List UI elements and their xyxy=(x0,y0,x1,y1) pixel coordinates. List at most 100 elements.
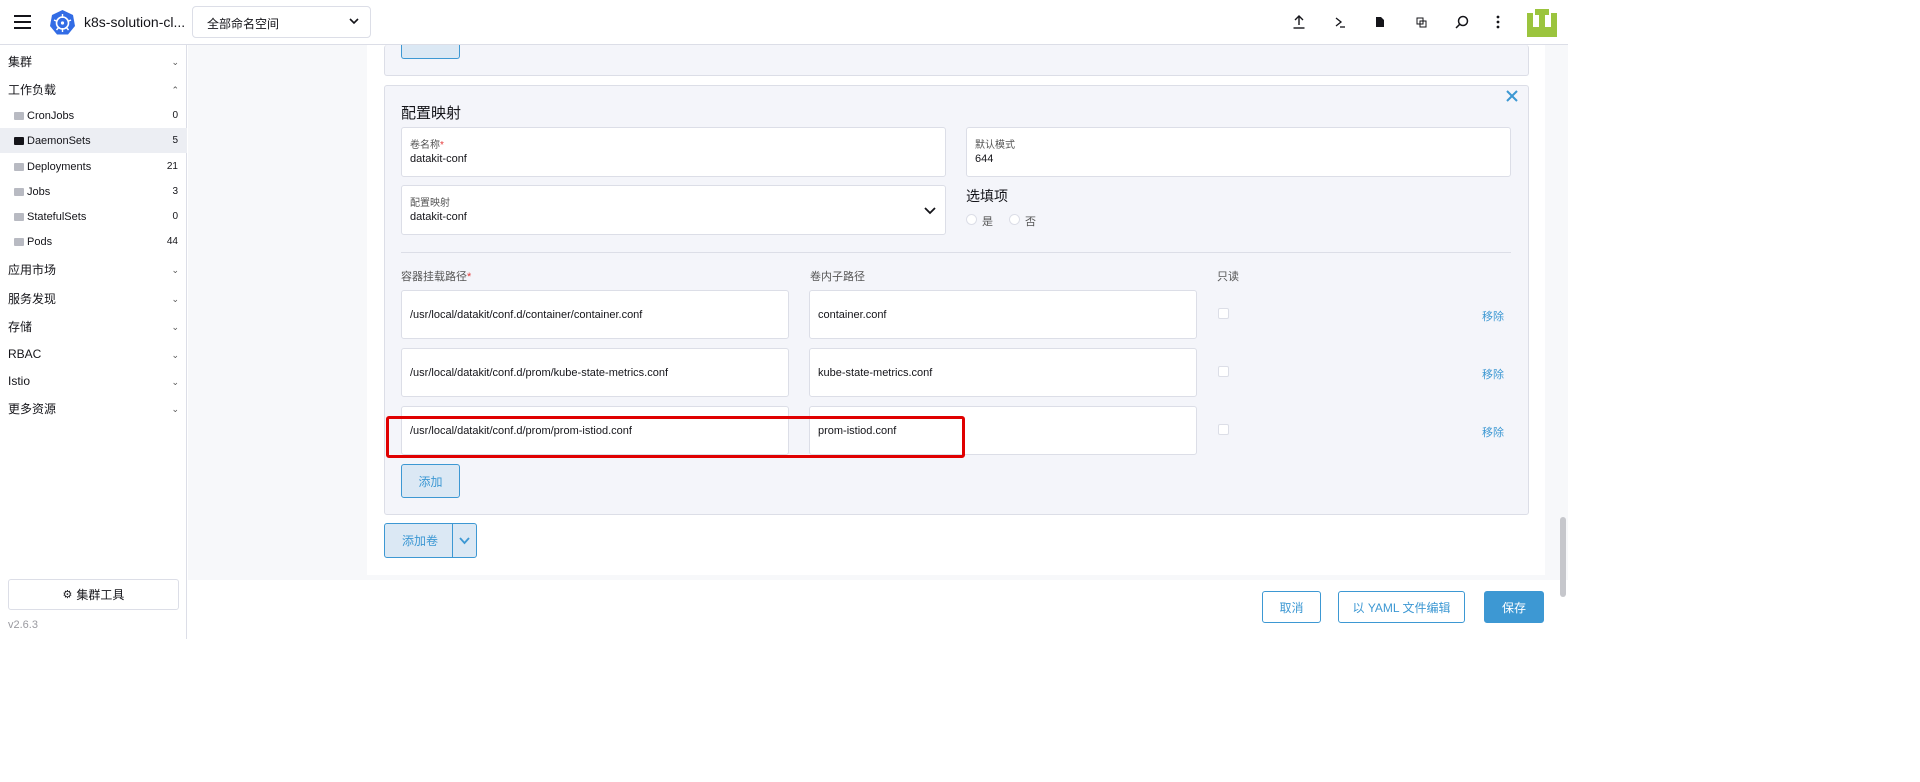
kubernetes-logo-icon xyxy=(50,10,75,35)
folder-icon xyxy=(14,187,24,196)
file-icon[interactable] xyxy=(1370,12,1390,32)
volume-name-label: 卷名称* xyxy=(410,136,444,151)
sidebar-item-pods[interactable]: Pods 44 xyxy=(0,229,187,254)
sub-path-value: kube-state-metrics.conf xyxy=(818,366,933,379)
upload-icon[interactable] xyxy=(1289,12,1309,32)
default-mode-field[interactable]: 默认模式 644 xyxy=(966,127,1511,177)
top-header: k8s-solution-cl... 全部命名空间 xyxy=(0,0,1568,45)
menu-icon[interactable] xyxy=(14,15,31,29)
chevron-down-icon: ⌄ xyxy=(171,294,179,304)
cluster-tools-button[interactable]: ⚙ 集群工具 xyxy=(8,579,179,610)
sidebar-item-label: CronJobs xyxy=(27,109,75,122)
chevron-down-icon: ⌄ xyxy=(171,322,179,332)
sidebar-item-count: 21 xyxy=(166,161,178,172)
mount-path-value: /usr/local/datakit/conf.d/prom/prom-isti… xyxy=(410,424,632,437)
sidebar-item-count: 5 xyxy=(172,135,178,146)
readonly-checkbox[interactable] xyxy=(1218,424,1229,435)
chevron-down-icon: ⌄ xyxy=(171,404,179,414)
more-icon[interactable] xyxy=(1488,12,1508,32)
default-mode-label: 默认模式 xyxy=(975,140,1015,151)
sidebar-group-rbac[interactable]: RBAC ⌄ xyxy=(0,341,187,367)
sidebar-group-apps[interactable]: 应用市场 ⌄ xyxy=(0,256,187,282)
close-icon[interactable] xyxy=(1504,88,1520,104)
sidebar-item-label: Jobs xyxy=(27,185,51,198)
sidebar-group-service-discovery[interactable]: 服务发现 ⌄ xyxy=(0,285,187,311)
volume-name-field[interactable]: 卷名称* datakit-conf xyxy=(401,127,946,177)
volume-name-label-text: 卷名称 xyxy=(410,140,440,151)
sidebar-group-storage[interactable]: 存储 ⌄ xyxy=(0,313,187,339)
add-volume-button[interactable]: 添加卷 xyxy=(384,523,477,558)
configmap-select-value: datakit-conf xyxy=(410,211,467,223)
sidebar-item-count: 3 xyxy=(172,186,178,197)
mount-path-value: /usr/local/datakit/conf.d/prom/kube-stat… xyxy=(410,366,668,379)
configmap-select[interactable]: 配置映射 datakit-conf xyxy=(401,185,946,235)
scrollbar[interactable] xyxy=(1560,517,1566,597)
remove-mount-button[interactable]: 移除 xyxy=(1482,424,1504,440)
col-header-readonly: 只读 xyxy=(1217,271,1239,283)
save-button[interactable]: 保存 xyxy=(1484,591,1544,623)
col-header-mount-path: 容器挂载路径* xyxy=(401,268,471,284)
sidebar-item-label: Pods xyxy=(27,235,53,248)
sidebar-group-label: Istio xyxy=(8,374,31,388)
mount-path-input[interactable]: /usr/local/datakit/conf.d/prom/kube-stat… xyxy=(401,348,789,397)
sidebar-group-workloads[interactable]: 工作负载 ⌃ xyxy=(0,76,187,102)
sub-path-input[interactable]: kube-state-metrics.conf xyxy=(809,348,1197,397)
sidebar-group-label: 存储 xyxy=(8,319,33,334)
add-volume-label: 添加卷 xyxy=(402,534,439,548)
optional-yes-radio[interactable] xyxy=(966,214,977,225)
sidebar-group-label: 应用市场 xyxy=(8,262,57,277)
sidebar-item-count: 0 xyxy=(172,211,178,222)
chevron-down-icon xyxy=(349,18,359,25)
sidebar-group-more-resources[interactable]: 更多资源 ⌄ xyxy=(0,395,187,421)
sidebar-group-cluster[interactable]: 集群 ⌄ xyxy=(0,48,187,74)
sidebar-item-count: 0 xyxy=(172,110,178,121)
copy-icon[interactable] xyxy=(1411,12,1431,32)
folder-icon xyxy=(14,111,24,120)
mount-path-input[interactable]: /usr/local/datakit/conf.d/prom/prom-isti… xyxy=(401,406,789,455)
add-mount-button[interactable]: 添加 xyxy=(401,464,460,498)
remove-mount-button[interactable]: 移除 xyxy=(1482,308,1504,324)
sub-path-input[interactable]: prom-istiod.conf xyxy=(809,406,1197,455)
sidebar-group-label: RBAC xyxy=(8,347,42,361)
volume-name-value: datakit-conf xyxy=(410,153,467,165)
chevron-down-icon: ⌄ xyxy=(171,265,179,275)
chevron-down-icon xyxy=(924,207,936,215)
shell-icon[interactable] xyxy=(1330,12,1350,32)
namespace-select[interactable]: 全部命名空间 xyxy=(192,6,371,38)
chevron-down-icon: ⌄ xyxy=(171,377,179,387)
gear-icon: ⚙ xyxy=(62,589,73,601)
sidebar-item-jobs[interactable]: Jobs 3 xyxy=(0,179,187,204)
sidebar-group-istio[interactable]: Istio ⌄ xyxy=(0,368,187,394)
sidebar-item-deployments[interactable]: Deployments 21 xyxy=(0,154,187,179)
sidebar-item-daemonsets[interactable]: DaemonSets 5 xyxy=(0,128,187,153)
readonly-checkbox[interactable] xyxy=(1218,366,1229,377)
chevron-down-icon: ⌄ xyxy=(171,350,179,360)
cancel-button[interactable]: 取消 xyxy=(1262,591,1321,623)
default-mode-value: 644 xyxy=(975,153,994,165)
split-divider xyxy=(452,524,453,557)
search-icon[interactable] xyxy=(1452,12,1472,32)
avatar[interactable] xyxy=(1527,9,1557,37)
sidebar-group-label: 集群 xyxy=(8,54,33,69)
col-header-mount-path-text: 容器挂载路径 xyxy=(401,271,467,283)
readonly-checkbox[interactable] xyxy=(1218,308,1229,319)
previous-add-button[interactable] xyxy=(401,45,460,59)
optional-no-label: 否 xyxy=(1025,216,1036,228)
sidebar-item-count: 44 xyxy=(166,236,178,247)
cluster-name[interactable]: k8s-solution-cl... xyxy=(84,14,185,30)
required-marker: * xyxy=(467,271,472,283)
sub-path-value: prom-istiod.conf xyxy=(818,424,897,437)
namespace-select-value: 全部命名空间 xyxy=(207,17,280,31)
sub-path-value: container.conf xyxy=(818,308,887,321)
sidebar-item-cronjobs[interactable]: CronJobs 0 xyxy=(0,103,187,128)
mount-path-input[interactable]: /usr/local/datakit/conf.d/container/cont… xyxy=(401,290,789,339)
sidebar: 集群 ⌄ 工作负载 ⌃ CronJobs 0 DaemonSets 5 Depl… xyxy=(0,45,187,639)
edit-as-yaml-button[interactable]: 以 YAML 文件编辑 xyxy=(1338,591,1465,623)
optional-no-radio[interactable] xyxy=(1009,214,1020,225)
folder-icon xyxy=(14,162,24,171)
sub-path-input[interactable]: container.conf xyxy=(809,290,1197,339)
remove-mount-button[interactable]: 移除 xyxy=(1482,366,1504,382)
sidebar-item-statefulsets[interactable]: StatefulSets 0 xyxy=(0,204,187,229)
chevron-up-icon: ⌃ xyxy=(171,85,179,95)
divider xyxy=(401,252,1511,253)
